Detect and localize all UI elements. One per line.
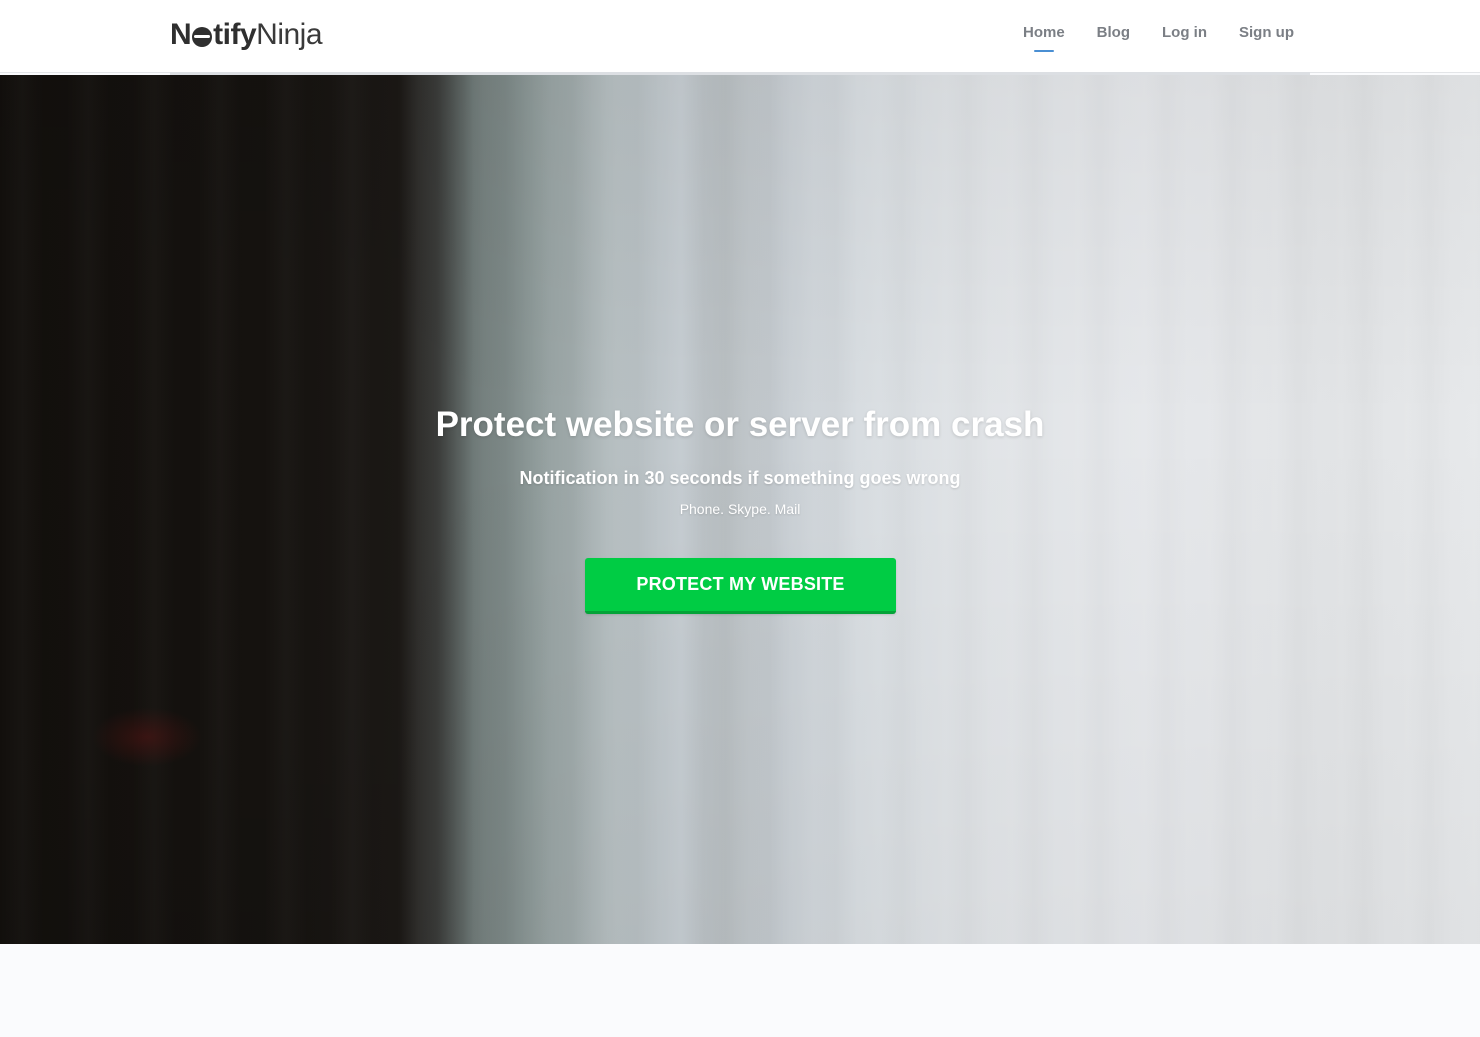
logo-letter-n: N xyxy=(170,18,192,51)
site-header: N tify Ninja Home Blog Log in Sign up xyxy=(0,0,1480,73)
nav-home[interactable]: Home xyxy=(1023,24,1065,49)
hero-subtitle: Notification in 30 seconds if something … xyxy=(519,468,961,488)
main-nav: Home Blog Log in Sign up xyxy=(1023,24,1294,49)
nav-blog[interactable]: Blog xyxy=(1097,24,1130,49)
logo-light-part: Ninja xyxy=(256,18,323,51)
logo-ninja-icon xyxy=(192,27,213,47)
hero-channels: Phone. Skype. Mail xyxy=(679,501,801,517)
hero-content: Protect website or server from crash Not… xyxy=(0,75,1480,944)
protect-website-button[interactable]: PROTECT MY WEBSITE xyxy=(585,558,896,614)
nav-login[interactable]: Log in xyxy=(1162,24,1207,49)
nav-signup[interactable]: Sign up xyxy=(1239,24,1294,49)
logo[interactable]: N tify Ninja xyxy=(170,16,323,54)
logo-bold-part: N tify xyxy=(170,18,257,52)
hero-section: Protect website or server from crash Not… xyxy=(0,75,1480,944)
hero-title: Protect website or server from crash xyxy=(435,405,1045,444)
below-hero-section xyxy=(0,944,1480,1037)
logo-bold-suffix: tify xyxy=(213,18,257,51)
